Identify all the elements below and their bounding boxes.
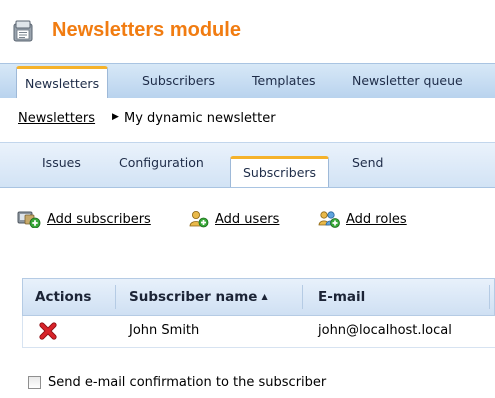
tab-send[interactable]: Send [352, 155, 383, 170]
send-confirmation-checkbox[interactable] [28, 375, 41, 389]
column-header-subscriber-name[interactable]: Subscriber name ▲ [129, 279, 268, 315]
tab-issues[interactable]: Issues [42, 155, 81, 170]
tab-subscribers[interactable]: Subscribers [142, 64, 215, 98]
send-confirmation-option: Send e-mail confirmation to the subscrib… [28, 373, 326, 391]
tab-subscribers-sub[interactable]: Subscribers [230, 156, 330, 187]
subscriber-email-cell: john@localhost.local [318, 323, 452, 338]
tab-configuration[interactable]: Configuration [119, 155, 204, 170]
delete-icon[interactable] [39, 322, 57, 340]
action-bar: Add subscribers Add users Add roles [0, 198, 495, 238]
top-tab-bar: Newsletters Subscribers Templates Newsle… [0, 63, 495, 99]
breadcrumb: Newsletters ▶ My dynamic newsletter [0, 98, 495, 140]
send-confirmation-label[interactable]: Send e-mail confirmation to the subscrib… [48, 375, 326, 390]
column-divider [115, 285, 116, 309]
sort-ascending-icon: ▲ [261, 292, 268, 301]
page-title: Newsletters module [52, 19, 241, 41]
add-users-label: Add users [215, 211, 280, 227]
column-divider [489, 285, 490, 309]
add-roles-icon [318, 211, 340, 228]
tab-newsletters[interactable]: Newsletters [16, 66, 109, 98]
add-roles-button[interactable]: Add roles [318, 209, 407, 229]
column-header-email[interactable]: E-mail [318, 279, 365, 315]
column-divider [302, 285, 303, 309]
column-header-subscriber-name-label: Subscriber name [129, 289, 258, 305]
subscriber-name-cell: John Smith [129, 323, 200, 338]
add-roles-label: Add roles [346, 211, 407, 227]
breadcrumb-current: My dynamic newsletter [124, 111, 276, 126]
add-users-button[interactable]: Add users [189, 209, 279, 229]
add-subscribers-icon [17, 211, 41, 228]
add-users-icon [189, 211, 209, 228]
add-subscribers-button[interactable]: Add subscribers [17, 209, 151, 229]
newsletter-module-icon [13, 20, 33, 42]
tab-templates[interactable]: Templates [252, 64, 316, 98]
tab-newsletter-queue[interactable]: Newsletter queue [352, 64, 463, 98]
sub-tab-bar: Issues Configuration Subscribers Send [0, 142, 495, 188]
table-row: John Smith john@localhost.local [22, 316, 495, 348]
breadcrumb-arrow-icon: ▶ [112, 112, 119, 122]
add-subscribers-label: Add subscribers [47, 211, 151, 227]
module-header: Newsletters module [0, 0, 495, 60]
breadcrumb-link-newsletters[interactable]: Newsletters [18, 111, 95, 126]
column-header-actions: Actions [35, 289, 92, 305]
subscribers-grid-header: Actions Subscriber name ▲ E-mail [22, 278, 495, 316]
